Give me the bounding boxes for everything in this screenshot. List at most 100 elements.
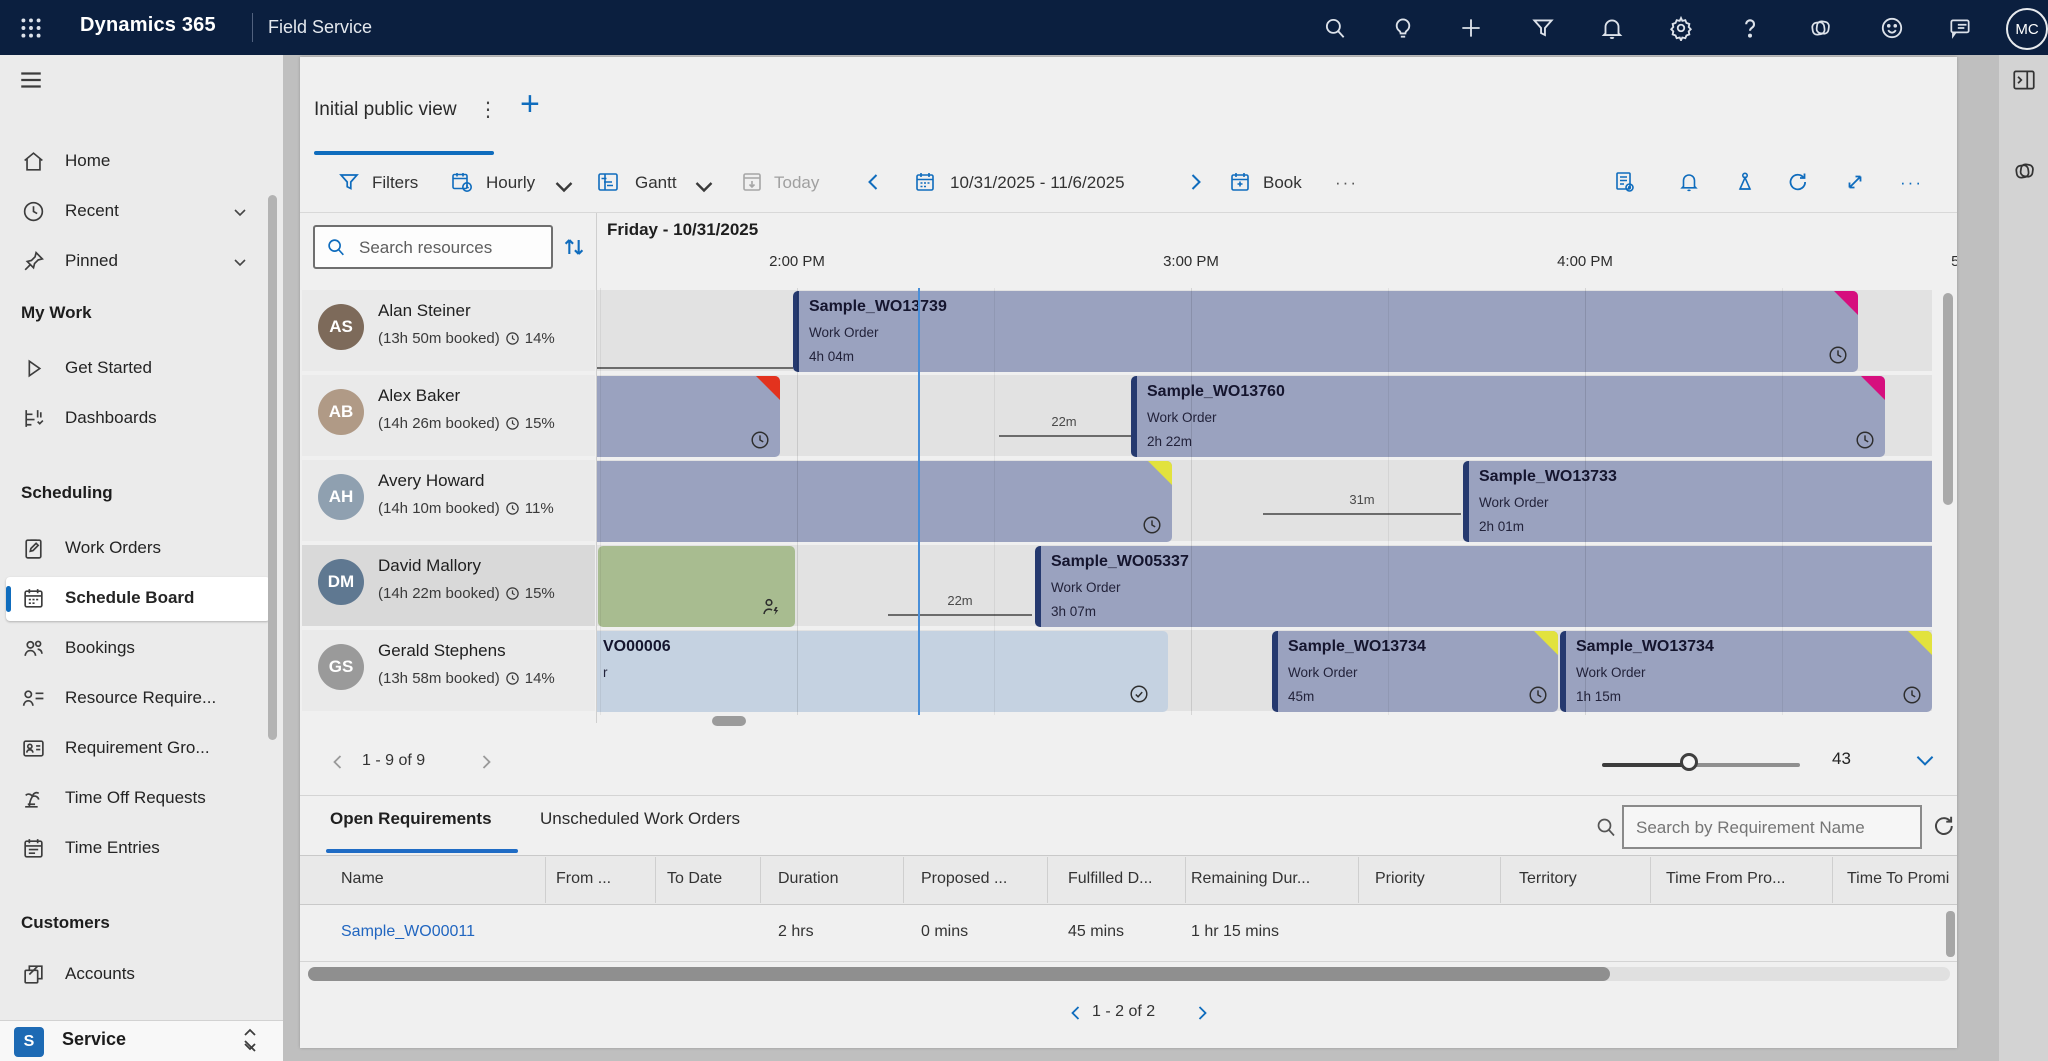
search-requirement-input[interactable] [1634, 812, 1918, 844]
add-board-tab-button[interactable]: + [520, 85, 540, 124]
board-more-button[interactable]: ··· [1900, 173, 1923, 193]
tab-unscheduled-work-orders[interactable]: Unscheduled Work Orders [540, 809, 740, 829]
chevron-down-icon[interactable] [692, 174, 710, 192]
resource-row[interactable]: AS Alan Steiner (13h 50m booked) 14% [302, 290, 595, 371]
sidebar-item-schedule-board[interactable]: Schedule Board [0, 577, 283, 621]
table-horizontal-scrollbar[interactable] [308, 967, 1610, 981]
area-label[interactable]: Field Service [268, 17, 372, 38]
zoom-slider-handle[interactable] [1680, 753, 1698, 771]
column-header-from[interactable]: From ... [556, 870, 611, 888]
refresh-requirements-icon[interactable] [1930, 813, 1956, 839]
next-period-chevron[interactable] [1183, 170, 1207, 194]
requirement-name-link[interactable]: Sample_WO00011 [341, 923, 475, 941]
next-page-chevron[interactable] [1192, 1003, 1212, 1023]
alerts-bell-icon[interactable] [1677, 170, 1701, 194]
copilot-icon[interactable] [1807, 15, 1833, 41]
booking-bar-continued[interactable] [597, 461, 1172, 542]
user-avatar[interactable]: MC [2006, 8, 2048, 50]
next-resources-chevron[interactable] [476, 752, 496, 772]
requirements-panel-icon[interactable] [1613, 170, 1637, 194]
expand-board-icon[interactable] [1843, 170, 1867, 194]
hamburger-icon[interactable] [18, 67, 44, 93]
gantt-horizontal-scrollbar[interactable] [712, 716, 746, 726]
column-header-name[interactable]: Name [341, 870, 384, 888]
resource-row[interactable]: AB Alex Baker (14h 26m booked) 15% [302, 375, 595, 456]
resource-row[interactable]: GS Gerald Stephens (13h 58m booked) 14% [302, 630, 595, 711]
refresh-icon[interactable] [1785, 170, 1809, 194]
booking-bar-wo13734-first[interactable]: Sample_WO13734 Work Order 45m [1272, 631, 1558, 712]
chevron-down-icon[interactable] [552, 174, 570, 192]
travel-block-bar[interactable] [598, 546, 795, 627]
previous-resources-chevron[interactable] [328, 752, 348, 772]
column-header-priority[interactable]: Priority [1375, 870, 1425, 888]
column-header-to-date[interactable]: To Date [667, 870, 722, 888]
search-resources-input[interactable] [357, 231, 546, 265]
filter-icon[interactable] [1530, 15, 1556, 41]
sidebar-scrollbar[interactable] [268, 195, 277, 740]
resource-row[interactable]: AH Avery Howard (14h 10m booked) 11% [302, 460, 595, 541]
date-range-label[interactable]: 10/31/2025 - 11/6/2025 [950, 173, 1125, 193]
copilot-icon[interactable] [2011, 158, 2037, 184]
sort-resources-icon[interactable] [560, 233, 588, 261]
booking-bar-wo13734-second[interactable]: Sample_WO13734 Work Order 1h 15m [1560, 631, 1932, 712]
sidebar-item-resource-requirements[interactable]: Resource Require... [0, 677, 283, 721]
booking-bar-wo13739[interactable]: Sample_WO13739 Work Order 4h 04m [793, 291, 1858, 372]
filters-button[interactable]: Filters [372, 173, 418, 193]
sidebar-item-get-started[interactable]: Get Started [0, 347, 283, 391]
open-pane-icon[interactable] [2011, 67, 2037, 93]
gantt-vertical-scrollbar[interactable] [1943, 293, 1953, 505]
resource-row-selected[interactable]: DM David Mallory (14h 22m booked) 15% [302, 545, 595, 626]
today-button[interactable]: Today [774, 173, 819, 193]
sidebar-item-work-orders[interactable]: Work Orders [0, 527, 283, 571]
help-icon[interactable] [1737, 15, 1763, 41]
sidebar-item-recent[interactable]: Recent [0, 190, 283, 234]
column-header-proposed[interactable]: Proposed ... [921, 870, 1007, 888]
book-button[interactable]: Book [1263, 173, 1302, 193]
column-header-remaining[interactable]: Remaining Dur... [1191, 870, 1310, 888]
table-row[interactable] [300, 905, 1957, 962]
plus-icon[interactable] [1458, 15, 1484, 41]
zoom-slider-track[interactable] [1690, 763, 1800, 767]
gear-icon[interactable] [1668, 15, 1694, 41]
table-vertical-scrollbar[interactable] [1946, 911, 1955, 957]
search-icon[interactable] [1322, 15, 1348, 41]
sidebar-item-pinned[interactable]: Pinned [0, 240, 283, 284]
waffle-menu-icon[interactable] [18, 15, 44, 41]
booking-bar-wo13760[interactable]: Sample_WO13760 Work Order 2h 22m [1131, 376, 1885, 457]
booking-bar-wo13733[interactable]: Sample_WO13733 Work Order 2h 01m [1463, 461, 1932, 542]
column-header-time-from[interactable]: Time From Pro... [1666, 870, 1785, 888]
tab-options-kebab-icon[interactable]: ⋮ [478, 97, 498, 122]
toolbar-more-button[interactable]: ··· [1335, 173, 1358, 193]
sidebar-item-requirement-groups[interactable]: Requirement Gro... [0, 727, 283, 771]
feedback-icon[interactable] [1947, 15, 1973, 41]
bell-icon[interactable] [1599, 15, 1625, 41]
column-header-duration[interactable]: Duration [778, 870, 838, 888]
tab-open-requirements[interactable]: Open Requirements [330, 809, 492, 829]
zoom-slider-track-filled[interactable] [1602, 763, 1690, 767]
column-header-territory[interactable]: Territory [1519, 870, 1577, 888]
booking-bar-continued[interactable] [597, 376, 780, 457]
view-mode-dropdown[interactable]: Hourly [486, 173, 535, 193]
collapse-panel-chevron[interactable] [1912, 747, 1938, 773]
sidebar-item-home[interactable]: Home [0, 140, 283, 184]
board-tab-initial-public-view[interactable]: Initial public view [314, 99, 457, 121]
sidebar-item-dashboards[interactable]: Dashboards [0, 397, 283, 441]
booking-bar-wo05337[interactable]: Sample_WO05337 Work Order 3h 07m [1035, 546, 1932, 627]
chevron-down-icon[interactable] [232, 254, 248, 270]
booking-bar-vo00006[interactable]: VO00006 r [597, 631, 1168, 712]
column-header-time-to[interactable]: Time To Promi [1847, 870, 1949, 888]
display-mode-dropdown[interactable]: Gantt [635, 173, 677, 193]
sidebar-item-time-entries[interactable]: Time Entries [0, 827, 283, 871]
previous-page-chevron[interactable] [1066, 1003, 1086, 1023]
smiley-icon[interactable] [1879, 15, 1905, 41]
sidebar-item-time-off-requests[interactable]: Time Off Requests [0, 777, 283, 821]
area-switcher[interactable]: S Service [0, 1020, 283, 1061]
map-view-icon[interactable] [1733, 170, 1757, 194]
lightbulb-icon[interactable] [1390, 15, 1416, 41]
app-title[interactable]: Dynamics 365 [80, 14, 216, 37]
sidebar-item-accounts[interactable]: Accounts [0, 953, 283, 997]
column-header-fulfilled[interactable]: Fulfilled D... [1068, 870, 1152, 888]
sidebar-item-bookings[interactable]: Bookings [0, 627, 283, 671]
chevron-down-icon[interactable] [232, 204, 248, 220]
previous-period-chevron[interactable] [862, 170, 886, 194]
